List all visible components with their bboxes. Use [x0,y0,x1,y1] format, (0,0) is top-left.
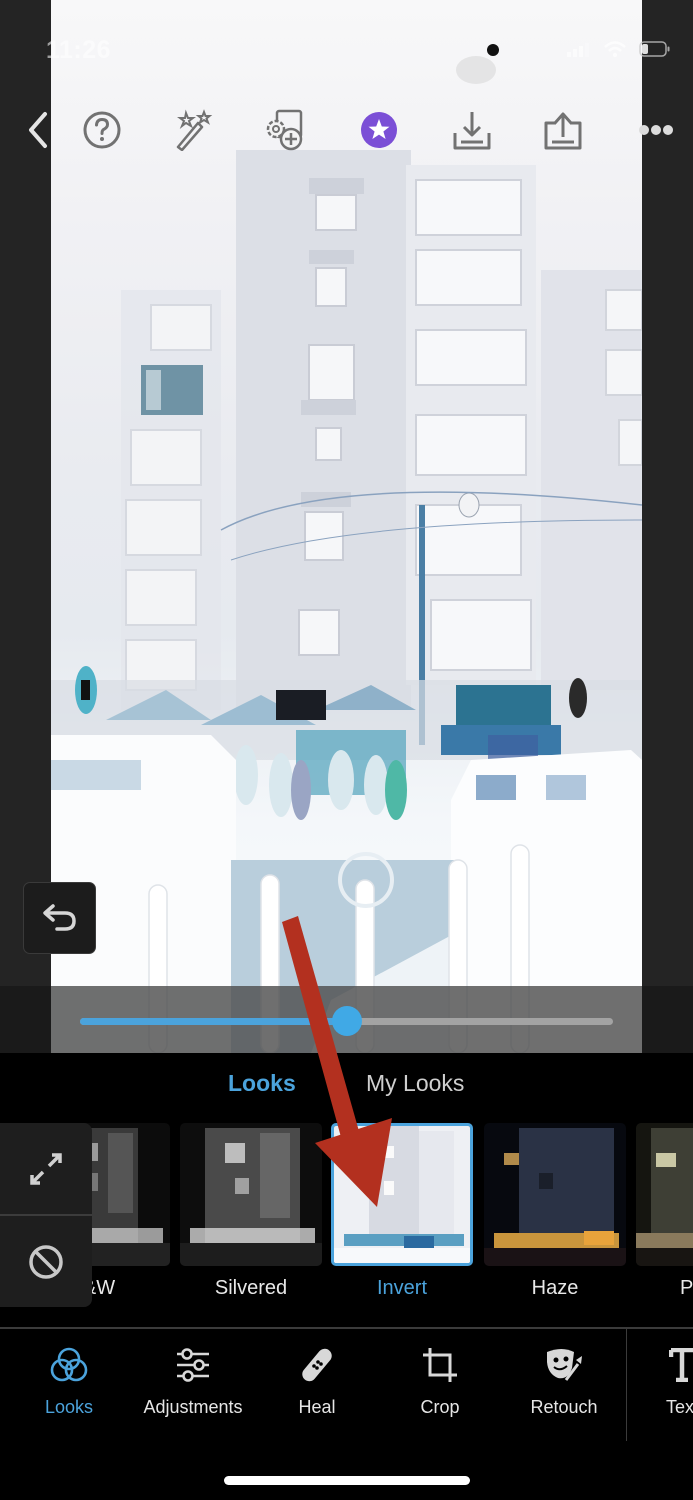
status-icons [567,40,671,58]
preset-thumbnail-invert[interactable] [331,1123,473,1266]
nav-retouch[interactable]: Retouch [502,1345,626,1425]
help-button[interactable] [77,105,127,155]
preset-invert-preview [334,1126,470,1263]
chevron-left-icon [29,112,47,148]
status-bar: 11:26 [0,30,693,70]
cellular-signal-icon [567,43,589,57]
tab-my-looks[interactable]: My Looks [366,1070,464,1097]
nav-label-crop: Crop [420,1397,460,1417]
nav-adjustments[interactable]: Adjustments [131,1345,255,1425]
nav-label-looks: Looks [44,1397,94,1417]
bottom-nav-separator [626,1329,627,1441]
preset-thumbnail-haze[interactable] [484,1123,626,1266]
bottom-nav-divider [0,1327,693,1329]
premium-button[interactable] [354,105,404,155]
looks-preset-strip: &W Silvered Invert Haze P [0,1123,693,1303]
star-badge-icon [361,112,397,148]
preset-label-invert: Invert [376,1277,428,1299]
preset-silvered-preview [180,1123,322,1266]
nav-label-heal: Heal [298,1397,336,1417]
download-tray-icon [453,112,491,150]
top-toolbar [0,105,693,155]
nav-label-text: Tex [666,1397,693,1417]
text-icon [669,1348,693,1382]
looks-tabs: Looks My Looks [0,1070,693,1110]
battery-icon [639,41,670,57]
expand-button[interactable] [0,1123,92,1214]
bandage-icon [302,1348,332,1382]
auto-fix-button[interactable] [168,105,218,155]
preset-thumbnail-silvered[interactable] [180,1123,322,1266]
more-dots-icon [639,125,673,135]
sliders-icon [177,1348,209,1382]
nav-label-adjustments: Adjustments [143,1397,243,1417]
looks-side-panel [0,1123,92,1307]
tab-looks[interactable]: Looks [228,1070,296,1097]
face-brush-icon [547,1349,582,1381]
share-button[interactable] [538,105,588,155]
nav-text[interactable]: Tex [633,1345,693,1425]
photo-illustration [51,44,642,1053]
question-circle-icon [83,111,121,149]
preset-thumbnail-partial[interactable] [636,1123,693,1266]
wifi-icon [604,41,626,58]
overlapping-circles-icon [50,1347,88,1382]
undo-button[interactable] [23,882,96,954]
preset-label-haze: Haze [531,1277,579,1299]
preset-partial-preview [636,1123,693,1266]
back-button[interactable] [12,105,62,155]
nav-heal[interactable]: Heal [255,1345,379,1425]
download-button[interactable] [447,105,497,155]
intensity-slider-thumb[interactable] [331,1006,362,1036]
home-indicator[interactable] [224,1476,470,1485]
preset-haze-preview [484,1123,626,1266]
preset-label-silvered: Silvered [214,1277,288,1299]
no-entry-icon [29,1244,63,1279]
magic-wand-icon [176,109,213,151]
crop-icon [423,1348,457,1382]
more-button[interactable] [631,105,681,155]
nav-looks[interactable]: Looks [7,1345,131,1425]
gear-stack-plus-icon [266,109,303,151]
undo-arrow-icon [42,904,76,931]
intensity-slider-fill [80,1018,347,1025]
preset-label-partial: P [680,1277,693,1299]
share-tray-icon [544,112,582,150]
expand-arrows-icon [30,1152,62,1185]
photo-preview[interactable] [51,0,642,1053]
nav-label-retouch: Retouch [530,1397,598,1417]
add-to-collage-button[interactable] [260,105,310,155]
status-time: 11:26 [46,36,112,64]
nav-crop[interactable]: Crop [378,1345,502,1425]
no-look-button[interactable] [0,1216,92,1307]
